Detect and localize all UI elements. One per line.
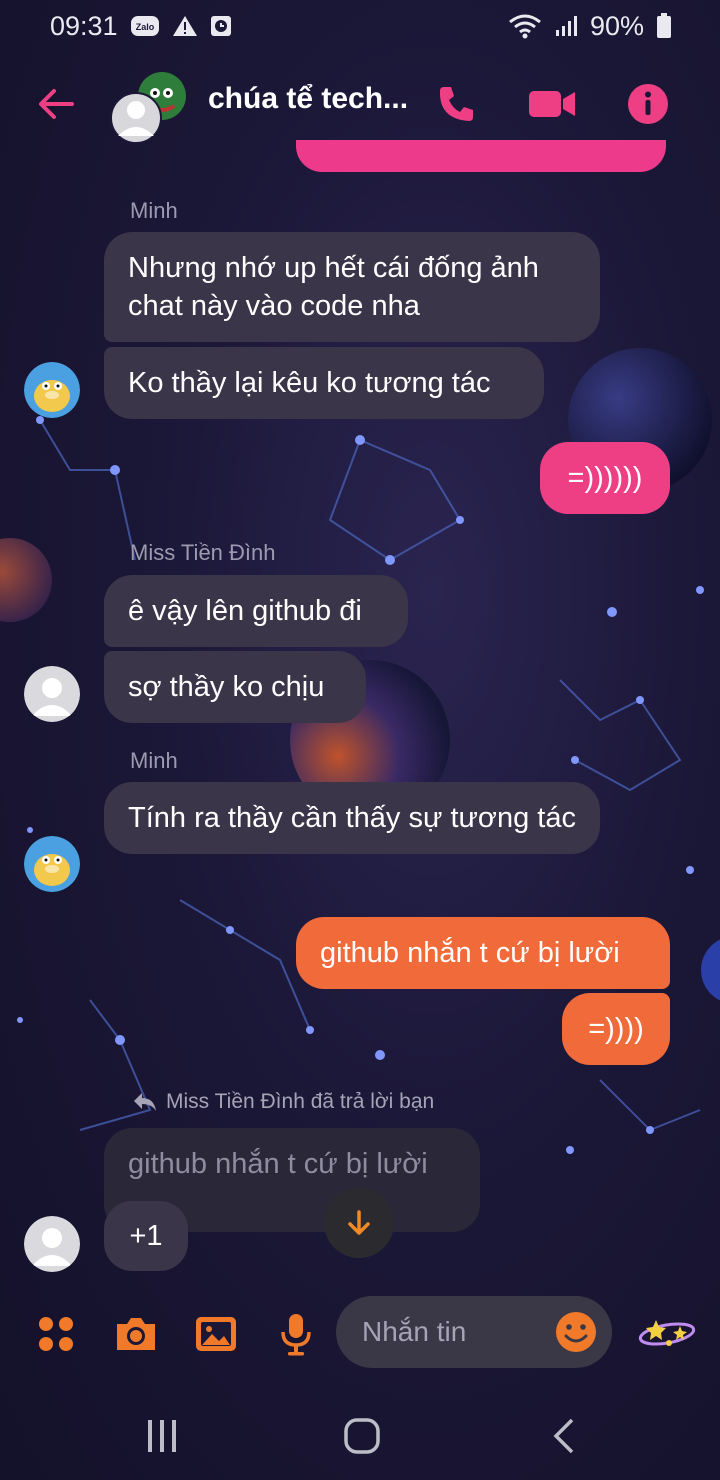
chevron-left-icon [553, 1418, 574, 1454]
status-time: 09:31 [50, 10, 118, 41]
incoming-message[interactable]: ê vậy lên github đi [104, 575, 408, 647]
signal-icon [554, 14, 578, 38]
back-button[interactable] [34, 82, 78, 126]
outgoing-message[interactable]: github nhắn t cứ bị lười [296, 917, 670, 989]
gallery-button[interactable] [192, 1310, 240, 1358]
chat-title[interactable]: chúa tể tech... [208, 82, 418, 116]
galaxy-stars-icon [638, 1320, 696, 1346]
smiley-icon [556, 1312, 596, 1352]
video-camera-icon [529, 91, 575, 117]
warning-icon [172, 14, 198, 38]
camera-icon [117, 1318, 155, 1350]
clock-app-icon [210, 14, 232, 38]
incoming-message[interactable]: Nhưng nhớ up hết cái đống ảnh chat này v… [104, 232, 600, 342]
back-arrow-icon [39, 89, 74, 119]
battery-icon [656, 13, 672, 39]
wifi-icon [508, 13, 542, 39]
sender-name: Minh [130, 198, 178, 223]
default-avatar-icon [24, 666, 80, 722]
default-avatar-icon [24, 1216, 80, 1272]
incoming-message[interactable]: +1 [104, 1201, 188, 1271]
reply-arrow-icon [134, 1093, 156, 1111]
microphone-icon [281, 1314, 311, 1356]
home-button[interactable] [338, 1412, 386, 1460]
reply-note-text: Miss Tiền Đình đã trả lời bạn [166, 1090, 435, 1113]
camera-button[interactable] [112, 1310, 160, 1358]
zalo-icon: Zalo [130, 14, 160, 38]
psyduck-avatar-icon [24, 362, 80, 418]
video-call-button[interactable] [528, 80, 576, 128]
reply-indicator: Miss Tiền Đình đã trả lời bạn [132, 1090, 434, 1114]
recent-apps-button[interactable] [138, 1412, 186, 1460]
apps-grid-icon [39, 1317, 73, 1351]
status-bar: 09:31 Zalo 90% [0, 0, 720, 52]
previous-outgoing-bubble [296, 140, 666, 172]
avatar-miss-tien-dinh[interactable] [24, 1216, 80, 1272]
emoji-button[interactable] [554, 1310, 598, 1354]
outgoing-message[interactable]: =)))) [562, 993, 670, 1065]
home-icon [344, 1418, 380, 1454]
incoming-message[interactable]: Tính ra thầy cần thấy sự tương tác [104, 782, 600, 854]
recent-apps-icon [148, 1420, 176, 1452]
info-button[interactable] [624, 80, 672, 128]
avatar-minh[interactable] [24, 836, 80, 892]
system-back-button[interactable] [540, 1412, 588, 1460]
call-button[interactable] [432, 80, 480, 128]
avatar-minh[interactable] [24, 362, 80, 418]
sender-name: Miss Tiền Đình [130, 540, 276, 565]
group-avatar-image [110, 72, 186, 144]
system-nav-bar [0, 1390, 720, 1480]
incoming-message[interactable]: Ko thầy lại kêu ko tương tác [104, 347, 544, 419]
sender-name: Minh [130, 748, 178, 773]
phone-icon [439, 87, 473, 121]
message-composer [0, 1290, 720, 1380]
voice-button[interactable] [272, 1310, 320, 1358]
battery-percent: 90% [589, 10, 644, 41]
group-avatar[interactable] [110, 68, 190, 148]
info-icon [628, 84, 668, 124]
zalo-icon-text: Zalo [135, 22, 154, 32]
incoming-message[interactable]: sợ thầy ko chịu [104, 651, 366, 723]
psyduck-avatar-icon [24, 836, 80, 892]
avatar-miss-tien-dinh[interactable] [24, 666, 80, 722]
quick-reaction-button[interactable] [636, 1310, 698, 1358]
more-actions-button[interactable] [32, 1310, 80, 1358]
outgoing-message[interactable]: =)))))) [540, 442, 670, 514]
scroll-to-bottom-button[interactable] [324, 1188, 394, 1258]
arrow-down-icon [348, 1210, 370, 1235]
image-icon [196, 1317, 236, 1351]
